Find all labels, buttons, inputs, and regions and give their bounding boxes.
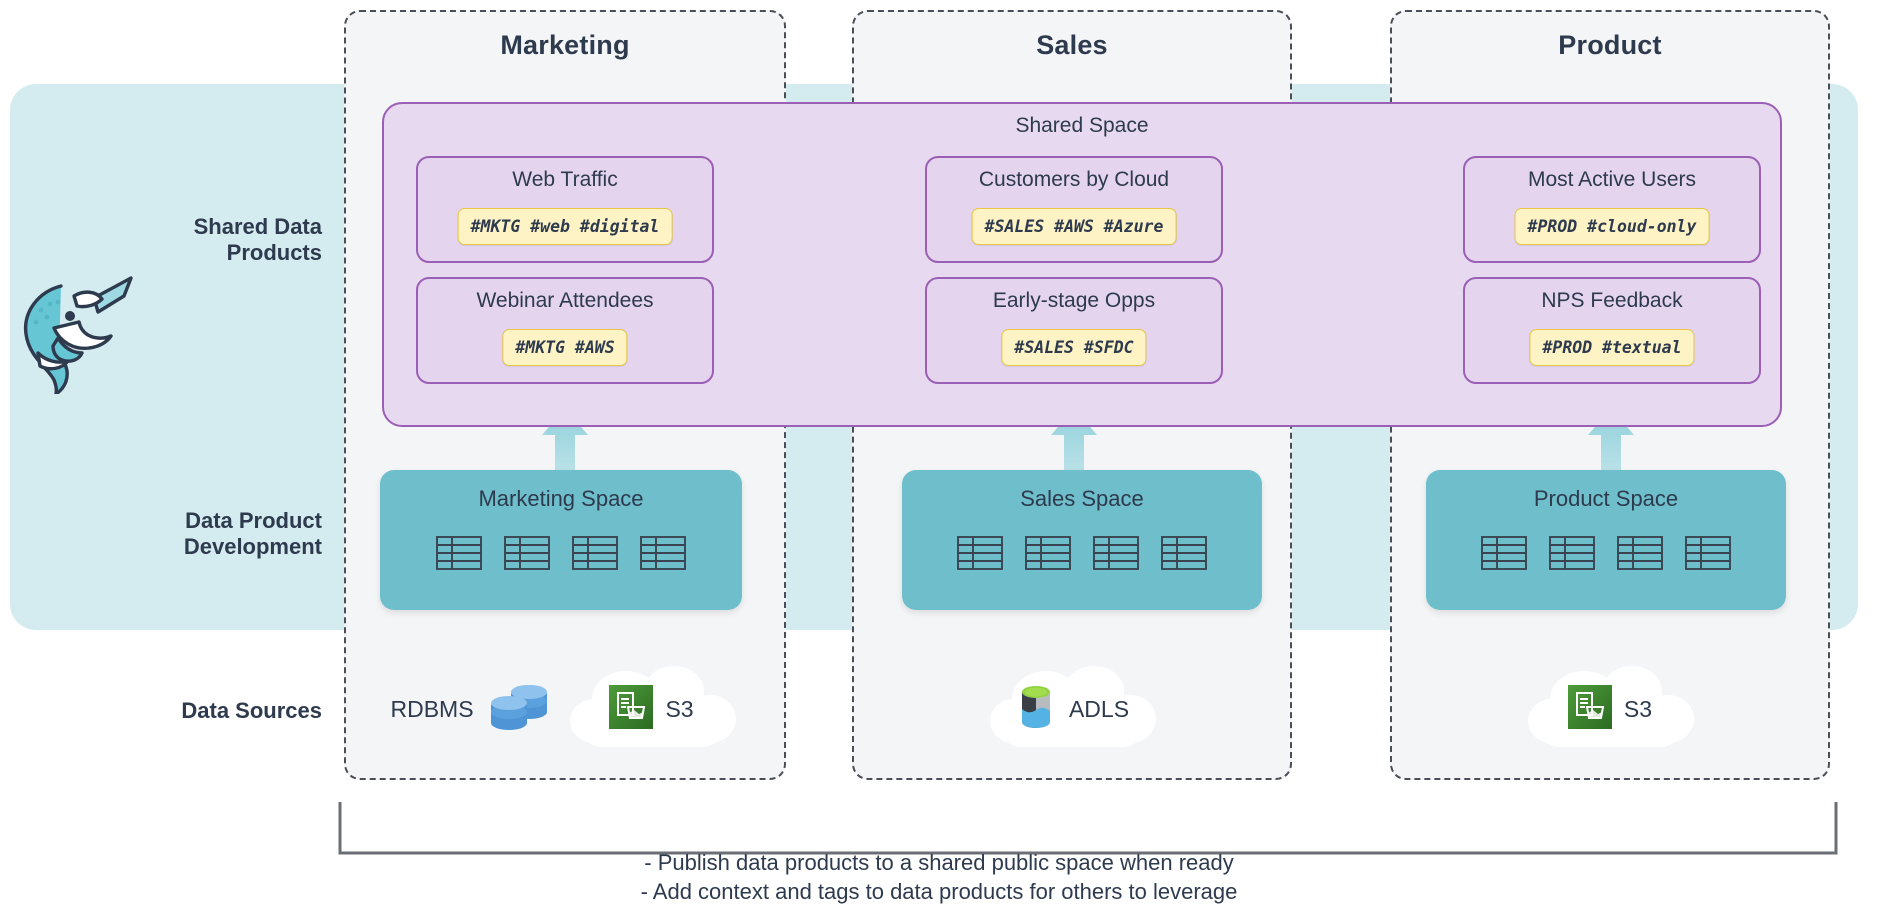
data-source-s3[interactable]: S3 [1522,659,1698,759]
table-icon [1549,536,1595,575]
data-product-tags: #PROD #cloud-only [1514,208,1710,245]
row-label-line2: Development [183,533,322,559]
data-product-tags: #PROD #textual [1529,329,1695,366]
data-source-label: S3 [665,695,694,722]
table-icon [640,536,686,575]
narwhal-logo-icon [14,268,140,399]
department-title-marketing: Marketing [500,30,630,60]
data-sources-marketing: RDBMS S3 [344,648,786,770]
table-icon [1549,536,1595,570]
data-product-tags: #SALES #SFDC [1001,329,1147,366]
row-label-line1: Data Product [185,508,322,533]
data-source-rdbms[interactable]: RDBMS [390,679,549,740]
footer-notes: - Publish data products to a shared publ… [0,848,1878,906]
row-label-line1: Shared Data [193,214,322,239]
table-icon [436,536,482,570]
aws-s3-icon [1567,684,1612,734]
table-icon [1093,536,1139,575]
data-sources-sales: ADLS [852,648,1292,770]
data-product-title: Webinar Attendees [476,289,654,312]
data-product-card[interactable]: Early-stage Opps #SALES #SFDC [925,277,1223,384]
space-box-product[interactable]: Product Space [1426,470,1786,610]
data-product-tags: #SALES #AWS #Azure [971,208,1177,245]
table-icon-row [1426,536,1786,575]
row-label-line2: Products [226,239,322,265]
footer-note-1: - Publish data products to a shared publ… [644,850,1234,875]
diagram-canvas: Marketing Sales Product Shared Space Web… [0,0,1878,914]
shared-space-label: Shared Space [1015,114,1149,137]
table-icon [572,536,618,575]
data-product-tags: #MKTG #AWS [502,329,628,366]
data-product-title: NPS Feedback [1541,289,1683,312]
data-source-adls[interactable]: ADLS [984,659,1160,759]
data-product-title: Early-stage Opps [992,289,1156,312]
space-box-sales[interactable]: Sales Space [902,470,1262,610]
table-icon [436,536,482,575]
table-icon [1161,536,1207,570]
table-icon [1481,536,1527,570]
space-name: Sales Space [1020,486,1144,511]
table-icon [640,536,686,570]
database-stack-icon [488,679,550,740]
table-icon [1025,536,1071,575]
data-product-card[interactable]: Web Traffic #MKTG #web #digital [416,156,714,263]
azure-adls-icon [1015,683,1057,736]
data-product-card[interactable]: Most Active Users #PROD #cloud-only [1463,156,1761,263]
data-product-title: Customers by Cloud [978,168,1170,191]
data-source-label: RDBMS [390,695,474,722]
table-icon [1481,536,1527,575]
data-product-title: Web Traffic [512,168,618,191]
table-icon [1617,536,1663,570]
table-icon [1025,536,1071,570]
data-product-card[interactable]: NPS Feedback #PROD #textual [1463,277,1761,384]
space-name: Marketing Space [478,486,644,511]
data-source-label: S3 [1623,695,1653,722]
data-product-tags: #MKTG #web #digital [457,208,673,245]
row-label-data-sources: Data Sources [181,698,322,723]
data-product-card[interactable]: Customers by Cloud #SALES #AWS #Azure [925,156,1223,263]
data-source-s3[interactable]: S3 [564,659,740,759]
data-source-label: ADLS [1068,695,1130,722]
space-box-marketing[interactable]: Marketing Space [380,470,742,610]
table-icon [504,536,550,570]
table-icon [572,536,618,570]
table-icon-row [902,536,1262,575]
table-icon [504,536,550,575]
space-name: Product Space [1533,486,1679,511]
data-product-card[interactable]: Webinar Attendees #MKTG #AWS [416,277,714,384]
table-icon [957,536,1003,570]
department-title-product: Product [1558,30,1662,60]
table-icon [1685,536,1731,570]
footer-note-2: - Add context and tags to data products … [640,879,1238,905]
aws-s3-icon [609,684,654,734]
table-icon [1617,536,1663,575]
table-icon [1161,536,1207,575]
row-label-data-product-development: Data Product Development [0,508,322,560]
table-icon [1685,536,1731,575]
row-label-shared-data-products: Shared Data Products [0,214,322,266]
data-product-title: Most Active Users [1527,168,1697,191]
department-title-sales: Sales [1036,30,1108,60]
table-icon-row [380,536,742,575]
table-icon [1093,536,1139,570]
data-sources-product: S3 [1390,648,1830,770]
table-icon [957,536,1003,575]
